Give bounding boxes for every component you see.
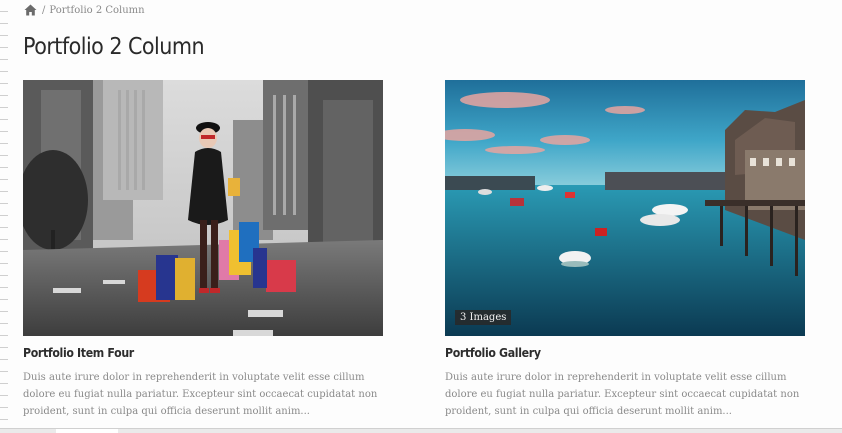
portfolio-card: 3 Images Portfolio Gallery Duis aute iru… bbox=[445, 80, 805, 417]
breadcrumb: / Portfolio 2 Column bbox=[24, 3, 145, 17]
portfolio-thumbnail-link[interactable] bbox=[23, 80, 383, 336]
portfolio-card: Portfolio Item Four Duis aute irure dolo… bbox=[23, 80, 383, 417]
portfolio-item-title[interactable]: Portfolio Item Four bbox=[23, 345, 134, 360]
portfolio-thumbnail-link[interactable]: 3 Images bbox=[445, 80, 805, 336]
bottom-scrollbar[interactable] bbox=[0, 428, 842, 433]
scrollbar-thumb[interactable] bbox=[56, 429, 118, 433]
home-icon[interactable] bbox=[24, 4, 37, 16]
portfolio-item-excerpt: Duis aute irure dolor in reprehenderit i… bbox=[23, 372, 378, 417]
portfolio-item-excerpt: Duis aute irure dolor in reprehenderit i… bbox=[445, 372, 800, 417]
breadcrumb-current: Portfolio 2 Column bbox=[49, 4, 145, 16]
image-count-badge: 3 Images bbox=[455, 310, 512, 325]
left-edge-ruler bbox=[0, 0, 8, 433]
page-title: Portfolio 2 Column bbox=[23, 34, 205, 60]
harbor-photo bbox=[445, 80, 805, 336]
city-shopping-photo bbox=[23, 80, 383, 336]
breadcrumb-separator: / bbox=[42, 4, 46, 16]
portfolio-item-title[interactable]: Portfolio Gallery bbox=[445, 345, 541, 360]
